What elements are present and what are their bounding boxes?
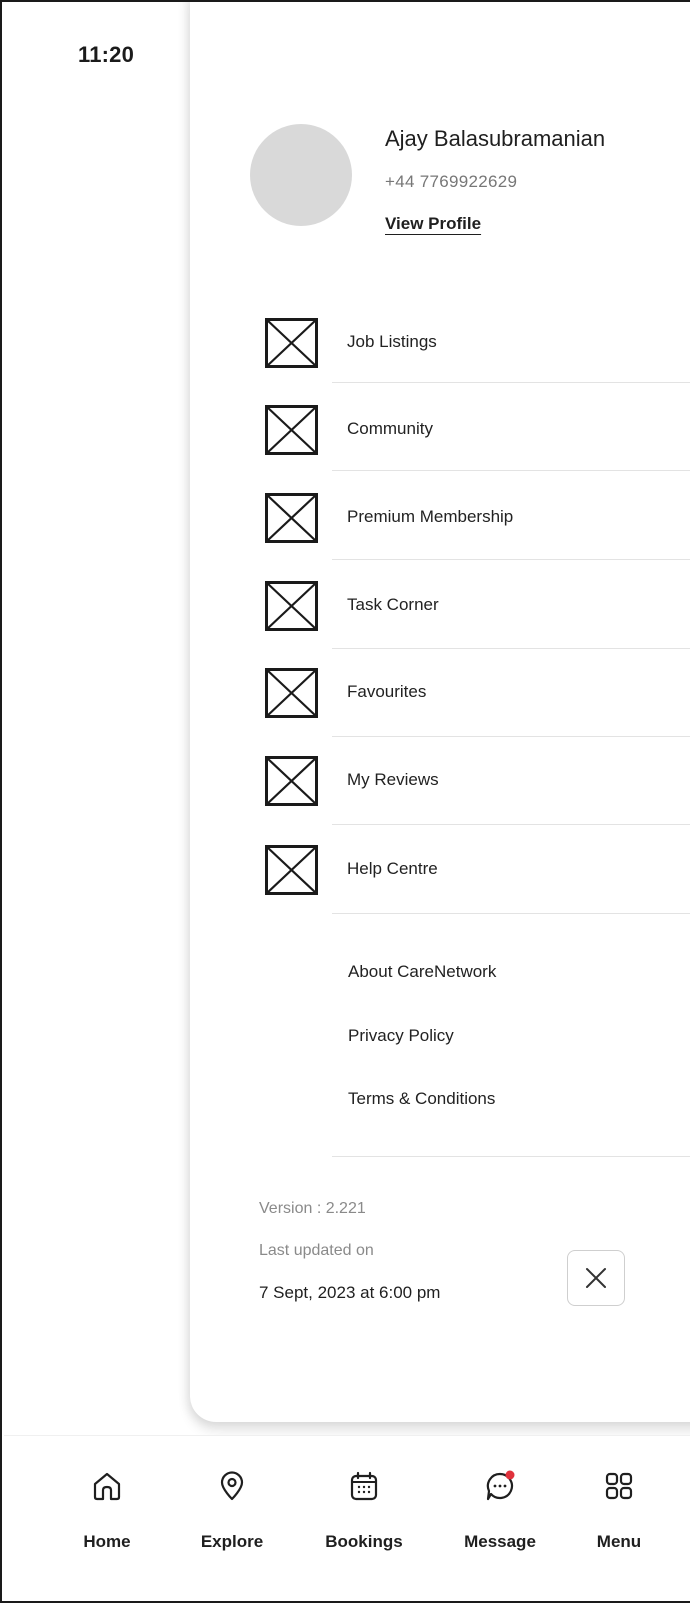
menu-item-community[interactable]: Community (264, 405, 690, 493)
divider (332, 824, 690, 825)
chat-bubble-icon (486, 1470, 515, 1501)
user-phone: +44 7769922629 (385, 172, 518, 191)
nav-label: Bookings (325, 1532, 403, 1551)
menu-item-premium-membership[interactable]: Premium Membership (264, 493, 690, 581)
divider (332, 648, 690, 649)
view-profile-link[interactable]: View Profile (385, 214, 481, 234)
divider (332, 382, 690, 383)
nav-label: Menu (596, 1532, 642, 1551)
image-placeholder-icon (265, 581, 318, 631)
menu-item-job-listings[interactable]: Job Listings (264, 318, 690, 406)
home-icon (93, 1472, 121, 1501)
image-placeholder-icon (265, 668, 318, 718)
divider (332, 559, 690, 560)
last-updated-date: 7 Sept, 2023 at 6:00 pm (259, 1283, 441, 1302)
menu-item-label: Task Corner (347, 595, 439, 614)
close-drawer-button[interactable] (567, 1250, 625, 1306)
privacy-policy-link[interactable]: Privacy Policy (348, 1026, 454, 1046)
nav-label: Explore (200, 1532, 264, 1551)
terms-conditions-link[interactable]: Terms & Conditions (348, 1089, 495, 1109)
menu-item-label: Job Listings (347, 332, 437, 351)
divider (332, 913, 690, 914)
bottom-navigation: Home Explore Bookings Message Menu (4, 1435, 690, 1601)
status-time: 11:20 (78, 42, 135, 67)
nav-message[interactable]: Message (450, 1452, 550, 1572)
menu-item-label: Help Centre (347, 859, 438, 878)
location-pin-icon (220, 1471, 244, 1501)
menu-item-label: Favourites (347, 682, 427, 701)
grid-icon (605, 1472, 633, 1500)
menu-item-label: Premium Membership (347, 507, 514, 526)
user-name: Ajay Balasubramanian (385, 126, 606, 151)
calendar-icon (350, 1471, 378, 1501)
nav-explore[interactable]: Explore (182, 1452, 282, 1572)
nav-home[interactable]: Home (57, 1452, 157, 1572)
menu-item-task-corner[interactable]: Task Corner (264, 581, 690, 669)
avatar[interactable] (250, 124, 352, 226)
menu-item-label: Community (347, 419, 433, 438)
menu-item-favourites[interactable]: Favourites (264, 668, 690, 756)
divider (332, 736, 690, 737)
divider (332, 470, 690, 471)
divider (332, 1156, 690, 1157)
image-placeholder-icon (265, 405, 318, 455)
image-placeholder-icon (265, 493, 318, 543)
menu-item-my-reviews[interactable]: My Reviews (264, 756, 690, 844)
nav-menu[interactable]: Menu (569, 1452, 669, 1572)
nav-label: Home (83, 1532, 131, 1551)
about-link[interactable]: About CareNetwork (348, 962, 496, 982)
menu-item-label: My Reviews (347, 770, 439, 789)
image-placeholder-icon (265, 756, 318, 806)
phone-frame: 11:20 Ajay Balasubramanian +44 776992262… (0, 0, 690, 1603)
nav-bookings[interactable]: Bookings (314, 1452, 414, 1572)
nav-label: Message (464, 1532, 536, 1551)
menu-item-help-centre[interactable]: Help Centre (264, 845, 690, 933)
last-updated-label: Last updated on (259, 1242, 374, 1259)
version-text: Version : 2.221 (259, 1200, 366, 1217)
notification-badge (505, 1470, 515, 1480)
image-placeholder-icon (265, 318, 318, 368)
close-icon (586, 1268, 606, 1288)
image-placeholder-icon (265, 845, 318, 895)
